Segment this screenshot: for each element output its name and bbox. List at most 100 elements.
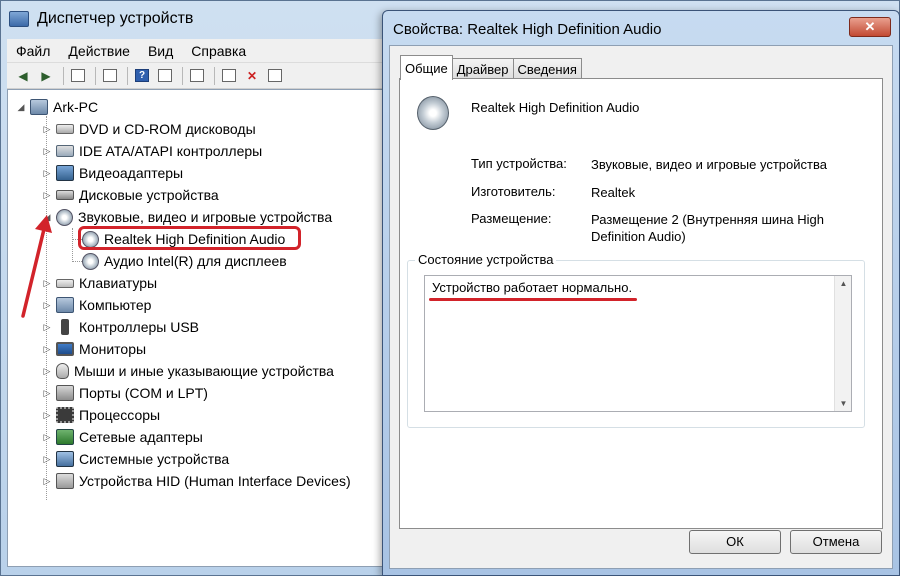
show-hide-tree-icon[interactable] [68, 67, 88, 85]
scan-hardware-icon[interactable] [187, 67, 207, 85]
scroll-up-arrow-icon[interactable]: ▲ [835, 279, 852, 288]
tree-connector [72, 228, 73, 262]
port-icon [56, 385, 74, 401]
tree-item-label: Аудио Intel(R) для дисплеев [104, 253, 287, 269]
forward-arrow-icon[interactable]: ▶ [36, 67, 56, 85]
tree-item-processors[interactable]: ▷ Процессоры [42, 404, 160, 426]
expand-arrow-icon[interactable]: ▷ [42, 388, 52, 399]
tree-item-dvd[interactable]: ▷ DVD и CD-ROM дисководы [42, 118, 256, 140]
expand-arrow-icon[interactable]: ▷ [42, 124, 52, 135]
tree-root-label: Ark-PC [53, 99, 99, 115]
location-label: Размещение: [471, 211, 552, 226]
expand-arrow-icon[interactable]: ▷ [42, 190, 52, 201]
tree-item-usb[interactable]: ▷ Контроллеры USB [42, 316, 199, 338]
manufacturer-label: Изготовитель: [471, 184, 556, 199]
tree-item-system[interactable]: ▷ Системные устройства [42, 448, 229, 470]
tree-item-sound[interactable]: ◢ Звуковые, видео и игровые устройства [42, 206, 332, 228]
tree-item-hid[interactable]: ▷ Устройства HID (Human Interface Device… [42, 470, 351, 492]
expand-arrow-icon[interactable]: ▷ [42, 366, 52, 377]
update-driver-icon[interactable] [219, 67, 239, 85]
tree-connector [72, 261, 82, 262]
tree-item-label: Компьютер [79, 297, 152, 313]
collapse-triangle-icon[interactable]: ◢ [16, 102, 26, 113]
toolbar-separator [182, 66, 183, 85]
help-icon[interactable]: ? [132, 67, 152, 85]
tree-item-ide[interactable]: ▷ IDE ATA/ATAPI контроллеры [42, 140, 263, 162]
tab-driver[interactable]: Драйвер [451, 58, 514, 80]
tree-item-label: IDE ATA/ATAPI контроллеры [79, 143, 263, 159]
tree-item-label: Дисковые устройства [79, 187, 219, 203]
realtek-highlight-box [78, 226, 301, 250]
menu-view[interactable]: Вид [139, 43, 182, 59]
tree-root[interactable]: ◢ Ark-PC [16, 96, 98, 118]
computer-icon [30, 99, 48, 115]
back-arrow-icon[interactable]: ◀ [13, 67, 33, 85]
network-adapter-icon [56, 429, 74, 445]
tree-item-network[interactable]: ▷ Сетевые адаптеры [42, 426, 203, 448]
expand-arrow-icon[interactable]: ▷ [42, 344, 52, 355]
dialog-title: Свойства: Realtek High Definition Audio [393, 21, 662, 38]
expand-arrow-icon[interactable]: ▷ [42, 168, 52, 179]
tree-item-monitors[interactable]: ▷ Мониторы [42, 338, 147, 360]
disable-device-icon[interactable] [265, 67, 285, 85]
device-type-label: Тип устройства: [471, 156, 567, 171]
view-list-icon[interactable] [155, 67, 175, 85]
expand-arrow-icon[interactable]: ▷ [42, 410, 52, 421]
status-red-underline [429, 298, 637, 301]
expand-arrow-icon[interactable]: ▷ [42, 454, 52, 465]
location-value: Размещение 2 (Внутренняя шина High Defin… [591, 212, 824, 244]
toolbar-separator [95, 66, 96, 85]
cpu-icon [56, 407, 74, 423]
tree-item-label: Порты (COM и LPT) [79, 385, 208, 401]
monitor-icon [56, 342, 74, 356]
device-status-textbox[interactable]: Устройство работает нормально. ▲ ▼ [424, 275, 852, 412]
device-status-caption: Состояние устройства [415, 252, 557, 267]
tab-details[interactable]: Сведения [512, 58, 582, 80]
video-adapter-icon [56, 165, 74, 181]
toolbar-separator [127, 66, 128, 85]
tree-item-label: Сетевые адаптеры [79, 429, 203, 445]
hid-device-icon [56, 473, 74, 489]
expand-arrow-icon[interactable]: ▷ [42, 476, 52, 487]
cancel-button[interactable]: Отмена [790, 530, 882, 554]
tree-item-label: Устройства HID (Human Interface Devices) [79, 473, 351, 489]
tree-item-ports[interactable]: ▷ Порты (COM и LPT) [42, 382, 208, 404]
red-annotation-arrow-icon [21, 215, 52, 318]
expand-arrow-icon[interactable]: ▷ [42, 146, 52, 157]
uninstall-device-icon[interactable]: ✕ [242, 67, 262, 85]
tree-item-label: Звуковые, видео и игровые устройства [78, 209, 333, 225]
properties-icon[interactable] [100, 67, 120, 85]
tree-item-intel-audio[interactable]: Аудио Intel(R) для дисплеев [82, 250, 287, 272]
toolbar-separator [63, 66, 64, 85]
tree-item-label: Мониторы [79, 341, 147, 357]
speaker-icon [417, 96, 449, 130]
tree-item-disk[interactable]: ▷ Дисковые устройства [42, 184, 219, 206]
tree-item-label: Видеоадаптеры [79, 165, 184, 181]
tree-item-label: Клавиатуры [79, 275, 158, 291]
tree-item-label: Контроллеры USB [79, 319, 199, 335]
device-manager-app-icon [9, 11, 29, 27]
tab-strip: Общие Драйвер Сведения [400, 55, 582, 80]
system-device-icon [56, 451, 74, 467]
sound-device-icon [82, 252, 99, 270]
expand-arrow-icon[interactable]: ▷ [42, 432, 52, 443]
scroll-down-arrow-icon[interactable]: ▼ [835, 399, 852, 408]
manufacturer-value: Realtek [591, 185, 636, 200]
menu-help[interactable]: Справка [182, 43, 255, 59]
dvd-drive-icon [56, 124, 74, 134]
status-scrollbar[interactable]: ▲ ▼ [834, 276, 851, 411]
mouse-icon [56, 363, 69, 379]
tree-item-video[interactable]: ▷ Видеоадаптеры [42, 162, 183, 184]
device-type-value: Звуковые, видео и игровые устройства [591, 157, 827, 172]
close-button[interactable]: ✕ [849, 17, 891, 37]
menu-file[interactable]: Файл [7, 43, 59, 59]
tree-item-mice[interactable]: ▷ Мыши и иные указывающие устройства [42, 360, 334, 382]
menu-action[interactable]: Действие [59, 43, 139, 59]
ok-button[interactable]: ОК [689, 530, 781, 554]
tree-item-keyboards[interactable]: ▷ Клавиатуры [42, 272, 158, 294]
tab-general[interactable]: Общие [400, 55, 453, 80]
disk-drive-icon [56, 190, 74, 200]
expand-arrow-icon[interactable]: ▷ [42, 322, 52, 333]
tree-item-label: Системные устройства [79, 451, 230, 467]
device-status-text: Устройство работает нормально. [432, 280, 633, 295]
